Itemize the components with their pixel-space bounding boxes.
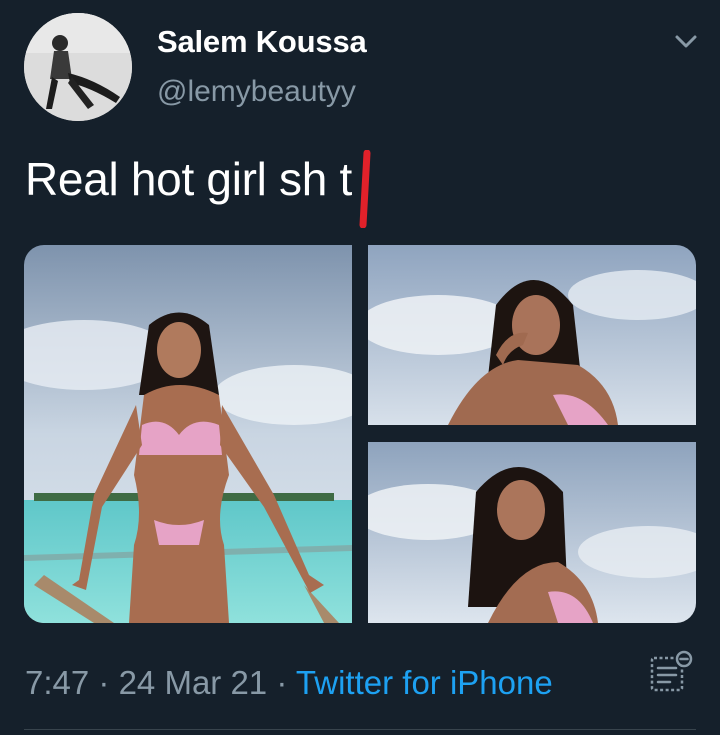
- photo-image: [368, 245, 696, 425]
- tweet-analytics-icon[interactable]: [648, 648, 696, 696]
- meta-separator: ·: [276, 664, 288, 701]
- meta-separator: ·: [98, 664, 110, 701]
- tweet-photo-1[interactable]: [24, 245, 352, 623]
- photo-image: [368, 442, 696, 623]
- tweet-meta: 7:47 · 24 Mar 21 · Twitter for iPhone: [25, 664, 553, 702]
- tweet-time[interactable]: 7:47: [25, 664, 89, 701]
- chevron-down-icon[interactable]: [672, 31, 700, 53]
- photo-image: [24, 245, 352, 623]
- author-handle[interactable]: @lemybeautyy: [157, 75, 356, 109]
- tweet-card: Salem Koussa @lemybeautyy Real hot girl …: [0, 0, 720, 735]
- tweet-photo-3[interactable]: [368, 442, 696, 623]
- author-name[interactable]: Salem Koussa: [157, 24, 367, 60]
- tweet-source-link[interactable]: Twitter for iPhone: [296, 664, 553, 701]
- tweet-text: Real hot girl sh t: [25, 153, 352, 205]
- avatar[interactable]: [24, 13, 132, 121]
- avatar-image: [24, 13, 132, 121]
- tweet-photo-2[interactable]: [368, 245, 696, 425]
- censor-mark: [359, 150, 371, 228]
- divider: [24, 729, 696, 730]
- tweet-date[interactable]: 24 Mar 21: [119, 664, 268, 701]
